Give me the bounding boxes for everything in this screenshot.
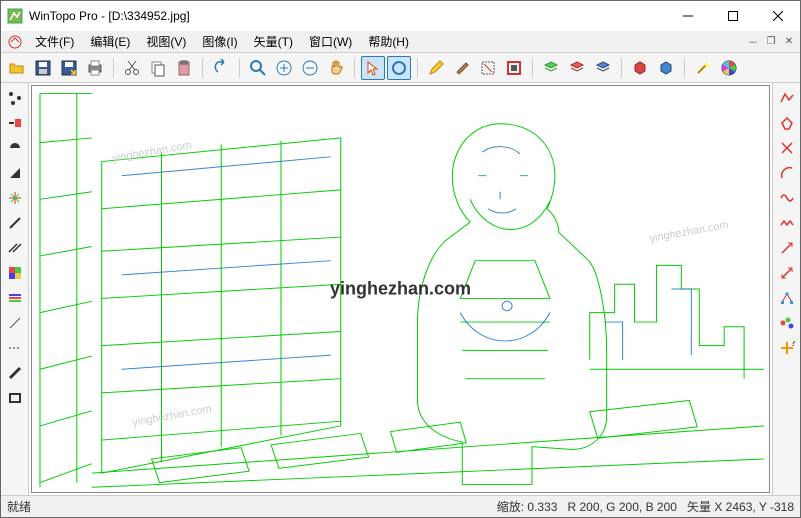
menu-edit[interactable]: 编辑(E)	[82, 31, 138, 52]
layer-red-button[interactable]	[565, 56, 589, 80]
arc-red-button[interactable]	[776, 162, 798, 184]
toolbar-separator	[202, 58, 203, 78]
diag-thin-button[interactable]	[4, 312, 26, 334]
circle-select-button[interactable]	[387, 56, 411, 80]
app-icon	[7, 8, 23, 24]
color-nodes-button[interactable]	[776, 312, 798, 334]
print-button[interactable]	[83, 56, 107, 80]
toolbar-right: ?	[772, 83, 800, 495]
status-ready: 就绪	[7, 498, 31, 515]
erase-rect-button[interactable]	[476, 56, 500, 80]
toolbar-separator	[532, 58, 533, 78]
rect-outline-button[interactable]	[4, 387, 26, 409]
maximize-button[interactable]	[710, 1, 755, 31]
arrow-cursor-button[interactable]	[361, 56, 385, 80]
titlebar: WinTopo Pro - [D:\334952.jpg]	[1, 1, 800, 31]
work-area: yinghezhan.com yinghezhan.com yinghezhan…	[1, 83, 800, 495]
slash-button[interactable]	[4, 212, 26, 234]
wedge-button[interactable]	[4, 162, 26, 184]
edge-red-button[interactable]	[4, 112, 26, 134]
minimize-button[interactable]	[665, 1, 710, 31]
spark-button[interactable]	[4, 187, 26, 209]
cube-red-button[interactable]	[628, 56, 652, 80]
crop-button[interactable]	[502, 56, 526, 80]
menu-file[interactable]: 文件(F)	[27, 31, 82, 52]
open-button[interactable]	[5, 56, 29, 80]
canvas-viewport[interactable]: yinghezhan.com yinghezhan.com yinghezhan…	[31, 85, 770, 493]
point-tool-button[interactable]	[4, 87, 26, 109]
toolbar-separator	[417, 58, 418, 78]
toolbar-separator	[113, 58, 114, 78]
window-title: WinTopo Pro - [D:\334952.jpg]	[29, 9, 665, 23]
wave-red-button[interactable]	[776, 187, 798, 209]
zoom-button[interactable]	[246, 56, 270, 80]
menu-window[interactable]: 窗口(W)	[301, 31, 360, 52]
cross-red-button[interactable]	[776, 137, 798, 159]
menu-vector[interactable]: 矢量(T)	[246, 31, 301, 52]
dotted-line-button[interactable]	[4, 337, 26, 359]
toolbar-main	[1, 53, 800, 83]
cut-button[interactable]	[120, 56, 144, 80]
svg-text:?: ?	[790, 340, 795, 349]
add-tool-button[interactable]: ?	[776, 337, 798, 359]
brush-button[interactable]	[450, 56, 474, 80]
zoom-in-button[interactable]	[272, 56, 296, 80]
toolbar-separator	[239, 58, 240, 78]
menu-help[interactable]: 帮助(H)	[360, 31, 417, 52]
menu-image[interactable]: 图像(I)	[194, 31, 245, 52]
rainbow-line-button[interactable]	[4, 287, 26, 309]
menubar: 文件(F) 编辑(E) 视图(V) 图像(I) 矢量(T) 窗口(W) 帮助(H…	[1, 31, 800, 53]
zoom-out-button[interactable]	[298, 56, 322, 80]
mdi-close-button[interactable]: ✕	[781, 34, 797, 50]
status-zoom: 缩放: 0.333	[497, 498, 558, 515]
layer-green-button[interactable]	[539, 56, 563, 80]
save-button[interactable]	[31, 56, 55, 80]
double-slash-button[interactable]	[4, 237, 26, 259]
doc-icon	[7, 34, 23, 50]
save-as-button[interactable]	[57, 56, 81, 80]
mdi-minimize-button[interactable]: －	[745, 34, 761, 50]
color-wheel-button[interactable]	[717, 56, 741, 80]
copy-button[interactable]	[146, 56, 170, 80]
magic-wand-button[interactable]	[691, 56, 715, 80]
half-circle-button[interactable]	[4, 137, 26, 159]
palette-button[interactable]	[4, 262, 26, 284]
polyline-red-button[interactable]	[776, 87, 798, 109]
toolbar-separator	[684, 58, 685, 78]
zigzag-red-button[interactable]	[776, 212, 798, 234]
close-button[interactable]	[755, 1, 800, 31]
paste-button[interactable]	[172, 56, 196, 80]
menu-view[interactable]: 视图(V)	[138, 31, 194, 52]
shape-red-button[interactable]	[776, 112, 798, 134]
mdi-restore-button[interactable]: ❐	[763, 34, 779, 50]
node-edit-button[interactable]	[776, 287, 798, 309]
toolbar-separator	[354, 58, 355, 78]
pencil-button[interactable]	[424, 56, 448, 80]
statusbar: 就绪 缩放: 0.333 R 200, G 200, B 200 矢量 X 24…	[1, 495, 800, 517]
arrow-up-red-button[interactable]	[776, 237, 798, 259]
layer-blue-button[interactable]	[591, 56, 615, 80]
cube-blue-button[interactable]	[654, 56, 678, 80]
pan-button[interactable]	[324, 56, 348, 80]
toolbar-left	[1, 83, 29, 495]
arrow-both-red-button[interactable]	[776, 262, 798, 284]
status-rgb: R 200, G 200, B 200	[567, 500, 677, 514]
undo-button[interactable]	[209, 56, 233, 80]
status-vector: 矢量 X 2463, Y -318	[687, 498, 794, 515]
canvas-drawing	[32, 86, 769, 492]
thick-line-button[interactable]	[4, 362, 26, 384]
toolbar-separator	[621, 58, 622, 78]
